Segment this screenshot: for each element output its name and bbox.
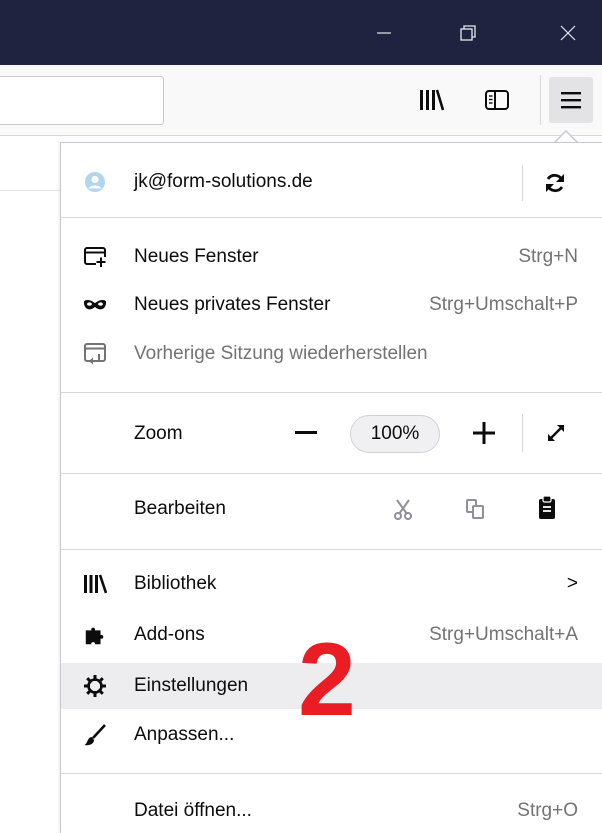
toolbar-separator [540,75,541,125]
menu-item-shortcut: Strg+N [518,245,578,267]
restore-icon [460,24,476,41]
fullscreen-icon [548,425,564,441]
new-window-icon [83,245,107,269]
paste-icon [539,495,555,519]
close-icon [560,25,576,40]
account-separator [522,165,523,201]
account-avatar-icon [83,170,107,194]
menu-item-shortcut: Strg+O [517,799,578,821]
account-row[interactable]: jk@form-solutions.de [61,160,602,203]
hamburger-menu-icon [561,92,581,109]
menu-item-label: Vorherige Sitzung wiederherstellen [134,342,428,364]
zoom-separator [522,414,523,452]
menu-item-open-file[interactable]: Datei öffnen... Strg+O [61,789,602,832]
paintbrush-icon [83,723,107,747]
url-bar[interactable] [0,76,164,125]
menu-item-label: Einstellungen [134,675,249,696]
menu-item-label: Add-ons [134,623,205,645]
puzzle-icon [83,623,107,647]
menu-item-label: Neues Fenster [134,245,259,267]
gear-icon [83,674,107,698]
restore-button[interactable] [440,0,496,65]
account-email: jk@form-solutions.de [134,170,313,192]
zoom-reset-button[interactable]: 100% [350,415,440,453]
menu-item-label: Datei öffnen... [134,799,252,821]
edit-row: Bearbeiten [61,487,602,530]
menu-item-new-private-window[interactable]: Neues privates Fenster Strg+Umschalt+P [61,283,602,326]
sync-icon [546,173,564,193]
cut-button[interactable] [389,495,417,523]
menu-separator [61,773,602,774]
zoom-in-button[interactable] [469,418,499,448]
fullscreen-button[interactable] [541,418,571,448]
sidebar-button[interactable] [475,77,519,123]
plus-icon [473,422,495,444]
library-button[interactable] [409,77,453,123]
close-button[interactable] [540,0,596,65]
menu-separator [61,549,602,550]
copy-icon [466,499,484,519]
menu-item-new-window[interactable]: Neues Fenster Strg+N [61,235,602,278]
menu-item-library[interactable]: Bibliothek > [61,562,602,605]
menu-item-label: Anpassen... [134,723,235,745]
library-icon [83,572,107,596]
menu-separator [61,392,602,393]
minus-icon [295,431,317,434]
page-divider [0,190,60,191]
zoom-row: Zoom 100% [61,412,602,455]
minimize-button[interactable] [356,0,412,65]
menu-item-label: Bibliothek [134,572,217,594]
sync-button[interactable] [537,168,573,198]
menu-item-shortcut: Strg+Umschalt+P [429,293,578,315]
annotation-step-number: 2 [298,622,356,738]
menu-separator [61,473,602,474]
cut-icon [394,499,412,520]
private-mask-icon [83,293,107,317]
restore-session-icon [83,342,107,366]
sidebar-icon [485,90,509,110]
chevron-right-icon: > [566,572,578,594]
copy-button[interactable] [461,495,489,523]
zoom-label: Zoom [134,422,183,444]
navigation-toolbar [0,65,602,136]
menu-item-label: Neues privates Fenster [134,293,331,315]
paste-button[interactable] [533,493,561,523]
menu-item-shortcut: Strg+Umschalt+A [429,623,578,645]
zoom-out-button[interactable] [291,418,321,448]
minimize-icon [377,31,391,34]
menu-item-restore-session[interactable]: Vorherige Sitzung wiederherstellen [61,332,602,375]
menu-button[interactable] [549,77,593,123]
menu-separator [61,217,602,218]
page-content [0,136,60,833]
title-bar [0,0,602,65]
edit-label: Bearbeiten [134,497,226,519]
library-icon [420,89,445,111]
